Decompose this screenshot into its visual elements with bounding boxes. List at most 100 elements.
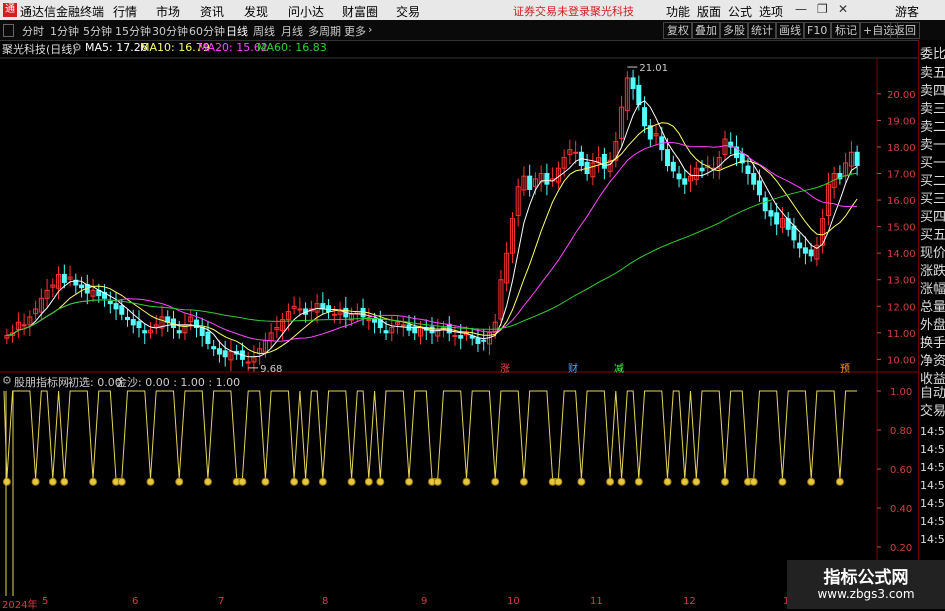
overlay-button[interactable]: 叠加 (691, 22, 721, 39)
event-marker-limit-up[interactable]: 涨 (500, 360, 510, 375)
minimize-icon[interactable]: — (795, 2, 807, 16)
candle (211, 346, 217, 350)
quote-label: 卖二 (920, 120, 945, 135)
indicator-signal-line (3, 390, 858, 480)
account-status[interactable]: 证券交易未登录 (513, 3, 590, 19)
tick-time: 14:56 (920, 515, 945, 528)
candle (176, 330, 182, 334)
period-weekly[interactable]: 周线 (253, 23, 275, 39)
coin-signal-icon (318, 477, 327, 486)
candle (745, 165, 751, 175)
quote-label: 卖三 (920, 102, 945, 117)
back-button[interactable]: 返回 (890, 22, 920, 39)
x-axis-label: 11 (590, 596, 603, 607)
low-label: 9.68 (260, 364, 282, 375)
menu-wealth-circle[interactable]: 财富圈 (342, 3, 378, 20)
quote-panel: 委比 卖五 卖四 卖三 卖二 卖一 买一 买二 买三 买四 买五 现价 涨跌 涨… (918, 40, 945, 609)
period-multi[interactable]: 多周期 (308, 23, 341, 39)
user-guest[interactable]: 游客 (895, 3, 919, 20)
period-monthly[interactable]: 月线 (281, 23, 303, 39)
ma5-label: MA5: 17.26 (85, 41, 148, 54)
candle (756, 180, 762, 196)
candle (601, 153, 607, 169)
x-axis-label: 6 (132, 596, 139, 607)
chevron-right-icon[interactable]: › (368, 23, 372, 36)
period-15min[interactable]: 15分钟 (115, 23, 151, 39)
candle (297, 308, 303, 311)
indicator-start-line (5, 391, 14, 596)
menu-discover[interactable]: 发现 (244, 3, 268, 20)
x-axis-label: 7 (218, 596, 225, 607)
candle (768, 210, 774, 217)
coin-signal-icon (692, 477, 701, 486)
ma60-line (6, 172, 858, 336)
indicator-settings-icon[interactable]: ⚙ (2, 374, 12, 387)
candle (400, 324, 406, 327)
menu-news[interactable]: 资讯 (200, 3, 224, 20)
menu-trade[interactable]: 交易 (396, 3, 420, 20)
candle (630, 77, 636, 90)
event-marker-reduce[interactable]: 减 (614, 360, 624, 375)
menu-market[interactable]: 市场 (156, 3, 180, 20)
indicator-tick-label: 0.40 (890, 504, 912, 515)
coin-signal-icon (462, 477, 471, 486)
period-60min[interactable]: 60分钟 (189, 23, 225, 39)
menu-layout[interactable]: 版面 (697, 3, 721, 20)
event-marker-finance[interactable]: 财 (568, 360, 578, 375)
close-icon[interactable]: ✕ (838, 2, 848, 16)
coin-signal-icon (2, 477, 11, 486)
coin-signal-icon (31, 477, 40, 486)
menu-ask-xiaoda[interactable]: 问小达 (288, 3, 324, 20)
coin-signal-icon (203, 477, 212, 486)
kline-chart[interactable]: 20.00 19.00 18.00 17.00 16.00 15.00 14.00 13.00… (0, 40, 918, 596)
period-5min[interactable]: 5分钟 (83, 23, 112, 39)
trade-label[interactable]: 交易 (920, 403, 945, 420)
statistics-button[interactable]: 统计 (747, 22, 777, 39)
coin-signal-icon (376, 477, 385, 486)
restore-icon[interactable]: ❐ (817, 2, 828, 16)
menu-market-quotes[interactable]: 行情 (113, 3, 137, 20)
period-more[interactable]: 更多 (344, 23, 366, 39)
candle (360, 307, 366, 318)
menu-options[interactable]: 选项 (759, 3, 783, 20)
candle (797, 242, 803, 249)
coin-signal-icon (290, 477, 299, 486)
price-tick-label: 14.00 (887, 249, 916, 260)
menu-functions[interactable]: 功能 (666, 3, 690, 20)
coin-signal-icon (175, 477, 184, 486)
price-tick-label: 20.00 (887, 90, 916, 101)
adjust-button[interactable]: 复权 (663, 22, 693, 39)
watermark-url: www.zbgs3.com (817, 587, 915, 601)
x-axis-label: 9 (421, 596, 428, 607)
candle (573, 151, 579, 154)
auto-label[interactable]: 自动 (920, 385, 945, 402)
period-daily[interactable]: 日线 (226, 23, 248, 39)
quote-label: 总量 (920, 300, 945, 315)
period-intraday[interactable]: 分时 (22, 23, 44, 39)
candle (676, 173, 682, 180)
candle (481, 339, 487, 342)
candle (107, 300, 113, 305)
period-1min[interactable]: 1分钟 (50, 23, 79, 39)
candle (762, 197, 768, 212)
coin-signal-icon (405, 477, 414, 486)
price-tick-label: 12.00 (887, 302, 916, 313)
app-title: 通达信金融终端 (20, 5, 105, 19)
coin-signal-icon (347, 477, 356, 486)
menu-formula[interactable]: 公式 (728, 3, 752, 20)
multi-stock-button[interactable]: 多股 (719, 22, 749, 39)
chart-settings-icon[interactable]: ⚙ (72, 41, 82, 54)
candle (245, 361, 251, 364)
f10-button[interactable]: F10 (803, 22, 832, 39)
coin-signal-icon (577, 477, 586, 486)
candle (205, 331, 211, 344)
period-30min[interactable]: 30分钟 (152, 23, 188, 39)
tick-time: 14:56 (920, 443, 945, 456)
panel-toggle-icon[interactable] (3, 24, 14, 37)
mark-button[interactable]: 标记 (831, 22, 861, 39)
quote-label: 涨幅 (920, 282, 945, 297)
candle (682, 178, 688, 185)
chart-title: 聚光科技(日线) (2, 43, 77, 56)
event-marker-forecast[interactable]: 预 (840, 360, 850, 375)
draw-line-button[interactable]: 画线 (775, 22, 805, 39)
